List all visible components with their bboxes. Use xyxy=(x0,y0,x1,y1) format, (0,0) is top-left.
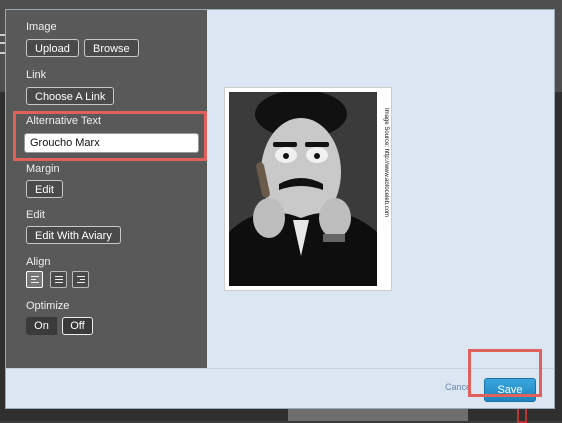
align-center-button[interactable] xyxy=(50,271,67,288)
upload-button[interactable]: Upload xyxy=(26,39,79,57)
optimize-section-label: Optimize xyxy=(26,300,70,312)
background-bottom-bar xyxy=(288,409,468,421)
image-settings-panel: Image Upload Browse Link Choose A Link A… xyxy=(6,10,207,368)
margin-section-label: Margin xyxy=(26,163,60,175)
portrait-illustration xyxy=(229,92,377,286)
align-left-button[interactable] xyxy=(26,271,43,288)
optimize-on-button[interactable]: On xyxy=(26,317,57,335)
image-credit-text: Image Source: http://www.aotoceleb.com xyxy=(383,108,389,218)
save-highlight xyxy=(468,349,542,397)
image-section-label: Image xyxy=(26,21,57,33)
browse-button[interactable]: Browse xyxy=(84,39,139,57)
align-left-icon xyxy=(31,276,39,277)
edit-with-aviary-button[interactable]: Edit With Aviary xyxy=(26,226,121,244)
align-right-icon xyxy=(77,276,85,277)
align-section-label: Align xyxy=(26,256,51,268)
choose-link-button[interactable]: Choose A Link xyxy=(26,87,115,105)
link-section-label: Link xyxy=(26,69,47,81)
image-preview: Image Source: http://www.aotoceleb.com xyxy=(224,87,392,291)
align-center-icon xyxy=(55,276,63,277)
optimize-off-button[interactable]: Off xyxy=(62,317,93,335)
margin-edit-button[interactable]: Edit xyxy=(26,180,63,198)
edit-section-label: Edit xyxy=(26,209,45,221)
align-right-button[interactable] xyxy=(72,271,89,288)
alt-text-highlight xyxy=(13,111,207,161)
groucho-marx-photo xyxy=(229,92,377,286)
